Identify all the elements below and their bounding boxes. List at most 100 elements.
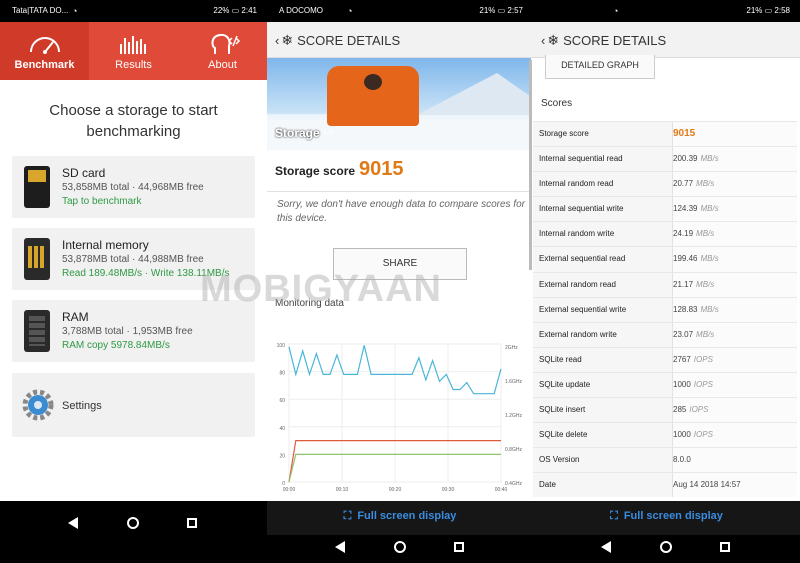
row-label: OS Version bbox=[539, 455, 580, 465]
row-value: 9015 bbox=[673, 128, 696, 139]
y-tick-label: 60 bbox=[279, 398, 285, 404]
settings-item[interactable]: Settings bbox=[12, 373, 255, 437]
page-title: Choose a storage to start benchmarking bbox=[49, 102, 218, 140]
row-unit: MB/s bbox=[700, 254, 719, 264]
row-value-cell: 124.39 MB/s bbox=[672, 197, 797, 222]
table-row: Internal random write 24.19 MB/s bbox=[533, 221, 797, 247]
home-icon[interactable] bbox=[127, 517, 139, 529]
tab-label: About bbox=[208, 59, 237, 71]
x-tick-label: 00:30 bbox=[442, 487, 455, 493]
row-value: 200.39 bbox=[673, 154, 698, 164]
header-title: SCORE DETAILS bbox=[563, 33, 667, 48]
scores-heading: Scores bbox=[541, 98, 573, 109]
app-header: ‹ ❄ SCORE DETAILS bbox=[533, 22, 800, 58]
watermark: MOBIGYAAN bbox=[200, 268, 442, 310]
chip-icon bbox=[24, 238, 50, 280]
x-tick-label: 00:00 bbox=[283, 487, 296, 493]
row-value: 285 bbox=[673, 405, 687, 415]
tab-results[interactable]: Results bbox=[89, 22, 178, 80]
row-label: Storage score bbox=[539, 129, 589, 138]
back-arrow-icon[interactable]: ‹ bbox=[275, 23, 279, 59]
fullscreen-icon: ⛶ bbox=[343, 510, 352, 522]
recents-icon[interactable] bbox=[187, 518, 197, 528]
card-title: Settings bbox=[62, 400, 102, 412]
monitoring-chart: 1008060402002GHz1.6GHz1.2GHz0.8GHz0.4GHz… bbox=[277, 343, 523, 493]
back-icon[interactable] bbox=[335, 541, 345, 553]
hero-label: Storage bbox=[275, 126, 320, 140]
x-tick-label: 00:20 bbox=[389, 487, 402, 493]
snowflake-logo-icon: ❄ bbox=[547, 32, 560, 48]
row-value-cell: 8.0.0 bbox=[672, 448, 797, 473]
row-value: 20.77 bbox=[673, 179, 694, 189]
y2-tick-label: 1.2GHz bbox=[505, 413, 522, 419]
snowflake-logo-icon: ❄ bbox=[281, 32, 294, 48]
recents-icon[interactable] bbox=[454, 542, 464, 552]
bar-chart-icon bbox=[119, 36, 146, 54]
card-title: Internal memory bbox=[62, 238, 149, 252]
battery-icon: ▭ bbox=[231, 6, 240, 15]
clock-text: 2:57 bbox=[507, 6, 523, 15]
row-unit: IOPS bbox=[693, 354, 713, 364]
card-capacity: 53,858MB total · 44,968MB free bbox=[62, 182, 204, 193]
y-tick-label: 20 bbox=[279, 453, 285, 459]
row-value: 128.83 bbox=[673, 304, 698, 314]
sd-card-item[interactable]: SD card 53,858MB total · 44,968MB free T… bbox=[12, 156, 255, 218]
y2-tick-label: 2GHz bbox=[505, 345, 518, 351]
row-label: SQLite insert bbox=[539, 405, 586, 415]
row-value-cell: 199.46 MB/s bbox=[672, 247, 797, 272]
row-value: 8.0.0 bbox=[673, 455, 691, 465]
score-box: Storage score 9015 bbox=[267, 150, 531, 192]
row-value: 1000 bbox=[673, 379, 691, 389]
home-icon[interactable] bbox=[660, 541, 672, 553]
card-speed: RAM copy 5978.84MB/s bbox=[62, 340, 170, 351]
carrier-text: A DOCOMO bbox=[279, 6, 324, 15]
table-row: SQLite insert 285 IOPS bbox=[533, 397, 797, 423]
row-value-cell: 128.83 MB/s bbox=[672, 297, 797, 322]
wifi-icon: ◔ bbox=[613, 6, 619, 16]
row-value: 24.19 bbox=[673, 229, 694, 239]
fullscreen-label: Full screen display bbox=[357, 510, 457, 522]
row-label: Internal random read bbox=[539, 179, 614, 189]
head-code-icon bbox=[210, 33, 240, 54]
row-label: Internal sequential read bbox=[539, 154, 623, 164]
scrollbar[interactable] bbox=[529, 60, 532, 270]
x-tick-label: 00:40 bbox=[495, 487, 508, 493]
table-row: Date Aug 14 2018 14:57 bbox=[533, 472, 797, 498]
row-label: SQLite update bbox=[539, 379, 591, 389]
fullscreen-bar[interactable]: ⛶ Full screen display bbox=[533, 501, 800, 535]
gear-icon bbox=[22, 389, 54, 421]
tab-about[interactable]: About bbox=[178, 22, 267, 80]
row-value-cell: 9015 bbox=[672, 122, 797, 147]
back-arrow-icon[interactable]: ‹ bbox=[541, 23, 545, 59]
detailed-graph-button[interactable]: DETAILED GRAPH bbox=[545, 55, 655, 79]
card-capacity: 3,788MB total · 1,953MB free bbox=[62, 326, 193, 337]
row-value-cell: 1000 IOPS bbox=[672, 372, 797, 398]
card-status: Tap to benchmark bbox=[62, 196, 142, 207]
y-tick-label: 40 bbox=[279, 426, 285, 432]
row-value: Aug 14 2018 14:57 bbox=[673, 480, 741, 490]
y-tick-label: 80 bbox=[279, 371, 285, 377]
row-label: Date bbox=[539, 480, 556, 490]
clock-text: 2:58 bbox=[774, 6, 790, 15]
y2-tick-label: 0.4GHz bbox=[505, 481, 522, 487]
tab-bar: Benchmark Results About bbox=[0, 22, 267, 80]
wifi-icon: ◔ bbox=[347, 6, 353, 16]
table-row: SQLite update 1000 IOPS bbox=[533, 371, 797, 398]
back-icon[interactable] bbox=[68, 517, 78, 529]
tab-benchmark[interactable]: Benchmark bbox=[0, 22, 89, 80]
fullscreen-bar[interactable]: ⛶ Full screen display bbox=[267, 501, 533, 535]
sd-card-icon bbox=[24, 166, 50, 208]
fullscreen-icon: ⛶ bbox=[610, 510, 618, 522]
row-value-cell: 285 IOPS bbox=[672, 398, 797, 423]
storage-hero-image: Storage 1.0 bbox=[267, 58, 531, 150]
row-value: 1000 bbox=[673, 430, 691, 440]
row-value-cell: 21.17 MB/s bbox=[672, 272, 797, 297]
row-label: External sequential read bbox=[539, 254, 626, 264]
back-icon[interactable] bbox=[601, 541, 611, 553]
fullscreen-label: Full screen display bbox=[623, 510, 723, 522]
home-icon[interactable] bbox=[394, 541, 406, 553]
nav-bar bbox=[0, 501, 267, 563]
recents-icon[interactable] bbox=[720, 542, 730, 552]
status-bar: Tata|TATA DO... ◔ 22% ▭ 2:41 bbox=[0, 0, 267, 22]
row-unit: MB/s bbox=[696, 229, 715, 239]
